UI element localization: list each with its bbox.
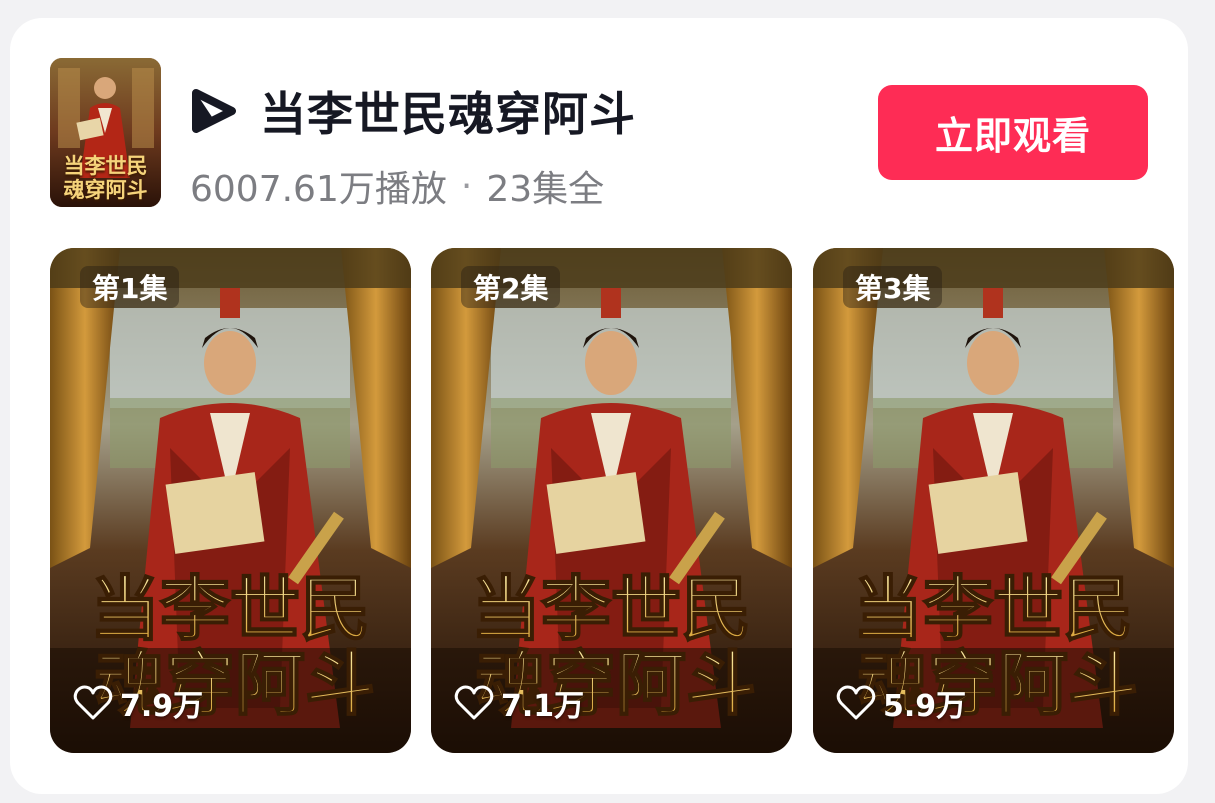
episode-label: 第1集 xyxy=(80,266,180,308)
poster-title-line1: 当李世民 xyxy=(90,567,370,650)
title-row: 当李世民魂穿阿斗 xyxy=(190,80,636,142)
episode-poster: 当李世民 魂穿阿斗 xyxy=(813,248,1174,753)
episode-card-2[interactable]: 当李世民 魂穿阿斗 第2集 7.1万 xyxy=(431,248,792,753)
episode-label: 第3集 xyxy=(843,266,943,308)
play-count: 6007.61万播放 xyxy=(190,169,447,210)
watch-now-button[interactable]: 立即观看 xyxy=(878,85,1148,180)
play-triangle-logo-icon xyxy=(192,89,236,133)
poster-title-line1: 当李世民 xyxy=(853,567,1133,650)
drama-card: 当李世民 魂穿阿斗 当李世民魂穿阿斗 6007.61万播放 · 23集全 立即观… xyxy=(10,18,1188,794)
episode-card-3[interactable]: 当李世民 魂穿阿斗 第3集 5.9万 xyxy=(813,248,1174,753)
episode-likes: 7.9万 xyxy=(72,680,203,726)
episode-poster: 当李世民 魂穿阿斗 xyxy=(431,248,792,753)
drama-title[interactable]: 当李世民魂穿阿斗 xyxy=(260,78,636,144)
like-count: 7.1万 xyxy=(501,689,585,724)
episode-likes: 7.1万 xyxy=(453,680,584,726)
drama-header: 当李世民 魂穿阿斗 当李世民魂穿阿斗 6007.61万播放 · 23集全 立即观… xyxy=(50,58,1148,210)
like-count: 7.9万 xyxy=(120,689,204,724)
episode-card-1[interactable]: 当李世民 魂穿阿斗 第1集 7.9万 xyxy=(50,248,411,753)
meta-separator: · xyxy=(460,165,473,207)
cover-title-text: 当李世民 魂穿阿斗 xyxy=(63,153,148,202)
drama-cover-thumbnail[interactable]: 当李世民 魂穿阿斗 xyxy=(50,58,161,207)
drama-meta: 6007.61万播放 · 23集全 xyxy=(190,160,604,212)
episode-poster: 当李世民 魂穿阿斗 xyxy=(50,248,411,753)
episode-label: 第2集 xyxy=(461,266,561,308)
like-count: 5.9万 xyxy=(883,689,967,724)
heart-outline-icon[interactable] xyxy=(453,682,495,724)
episode-likes: 5.9万 xyxy=(835,680,966,726)
heart-outline-icon[interactable] xyxy=(835,682,877,724)
episode-count: 23集全 xyxy=(486,169,605,210)
episode-list: 当李世民 魂穿阿斗 第1集 7.9万 当李世民 魂穿阿斗 第2集 7.1万 当李… xyxy=(50,248,1174,753)
poster-title-line1: 当李世民 xyxy=(471,567,751,650)
heart-outline-icon[interactable] xyxy=(72,682,114,724)
